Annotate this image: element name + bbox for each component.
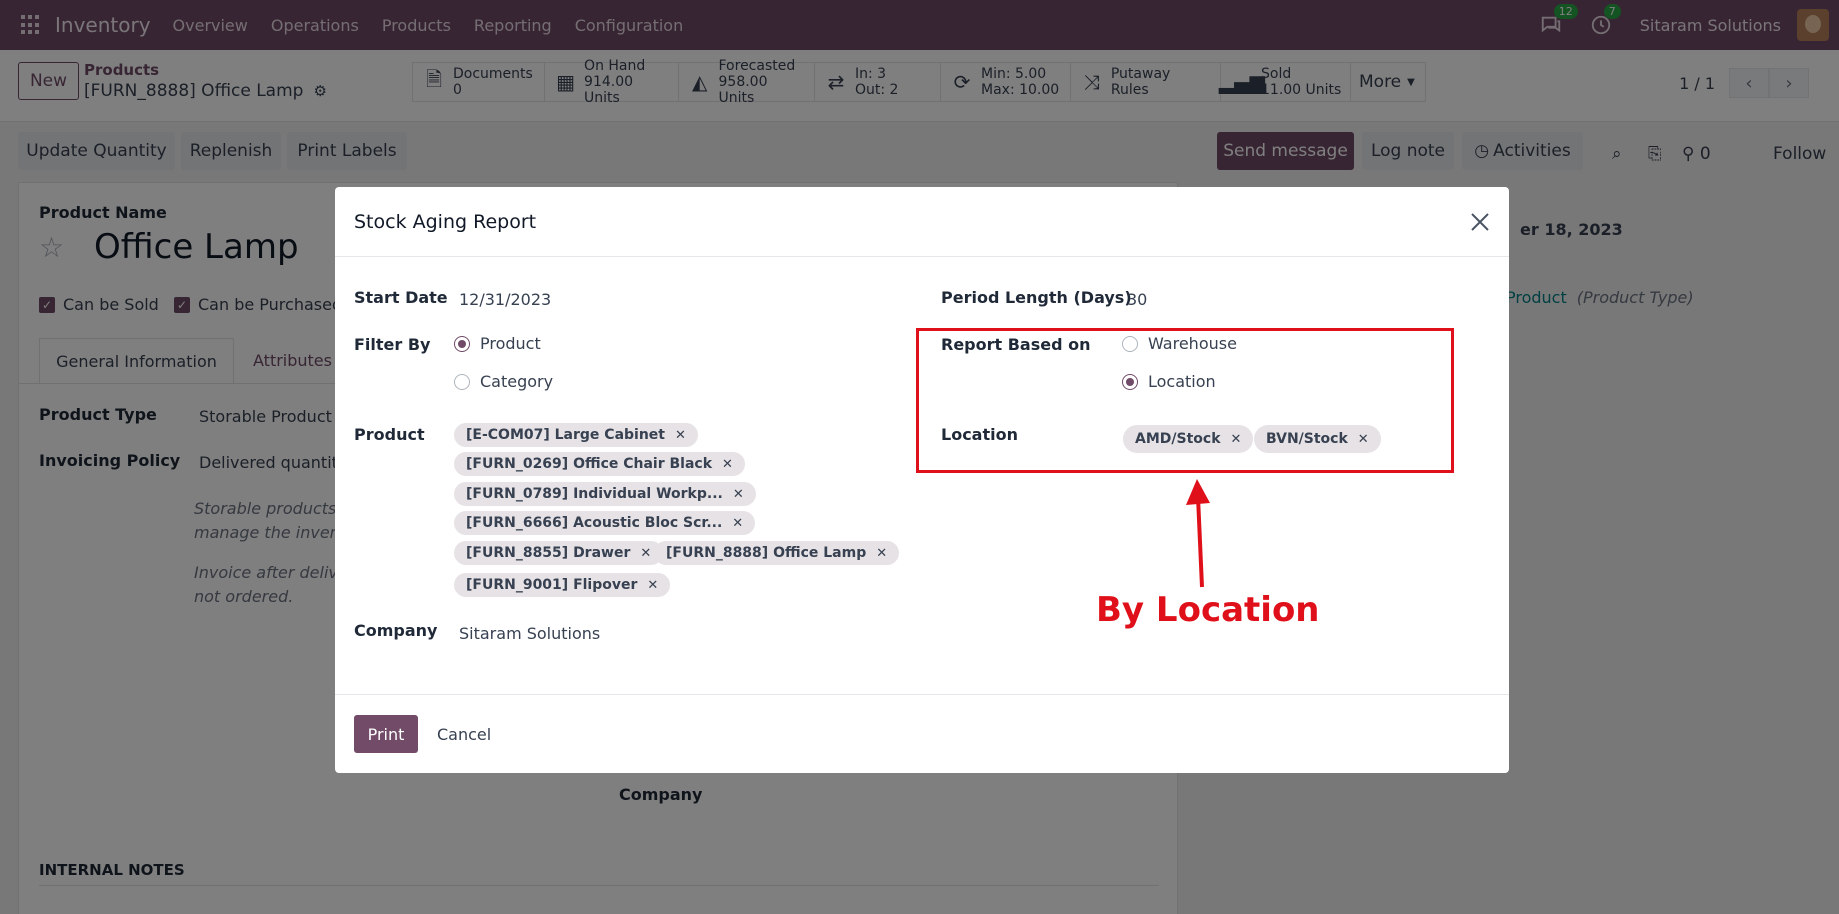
modal-footer: Print Cancel [335, 694, 1509, 773]
product-tag: [FURN_6666] Acoustic Bloc Scr... ✕ [454, 511, 756, 535]
filter-by-label: Filter By [354, 335, 431, 354]
print-button[interactable]: Print [354, 715, 418, 753]
product-tag: [E-COM07] Large Cabinet ✕ [454, 423, 698, 447]
stock-aging-report-dialog: Stock Aging Report Start Date 12/31/2023… [335, 187, 1509, 773]
annotation-highlight-box [916, 328, 1454, 473]
product-tag: [FURN_0789] Individual Workp... ✕ [454, 482, 756, 506]
filter-by-category-radio[interactable]: Category [454, 372, 553, 391]
period-length-label: Period Length (Days) [941, 288, 1132, 307]
product-tag: [FURN_9001] Flipover ✕ [454, 573, 671, 597]
remove-tag-icon[interactable]: ✕ [876, 546, 887, 561]
start-date-label: Start Date [354, 288, 448, 307]
product-tag: [FURN_0269] Office Chair Black ✕ [454, 452, 745, 476]
remove-tag-icon[interactable]: ✕ [675, 428, 686, 443]
product-tag: [FURN_8888] Office Lamp ✕ [654, 541, 900, 565]
cancel-button[interactable]: Cancel [437, 725, 491, 744]
filter-option-label: Product [480, 334, 541, 353]
remove-tag-icon[interactable]: ✕ [732, 516, 743, 531]
company-label: Company [354, 621, 438, 640]
start-date-field[interactable]: 12/31/2023 [459, 290, 551, 309]
modal-header: Stock Aging Report [335, 187, 1509, 257]
remove-tag-icon[interactable]: ✕ [722, 457, 733, 472]
filter-option-label: Category [480, 372, 554, 391]
modal-title: Stock Aging Report [354, 210, 537, 233]
annotation-label: By Location [1096, 590, 1320, 630]
remove-tag-icon[interactable]: ✕ [647, 578, 658, 593]
remove-tag-icon[interactable]: ✕ [733, 487, 744, 502]
product-tag: [FURN_8855] Drawer ✕ [454, 541, 664, 565]
close-icon[interactable] [1467, 209, 1493, 235]
company-field[interactable]: Sitaram Solutions [459, 624, 600, 643]
annotation-arrow [1186, 479, 1210, 588]
remove-tag-icon[interactable]: ✕ [640, 546, 651, 561]
product-label: Product [354, 425, 425, 444]
period-length-field[interactable]: 30 [1127, 290, 1147, 309]
filter-by-product-radio[interactable]: Product [454, 334, 541, 353]
radio-unselected-icon [454, 373, 470, 390]
radio-selected-icon [454, 335, 470, 352]
